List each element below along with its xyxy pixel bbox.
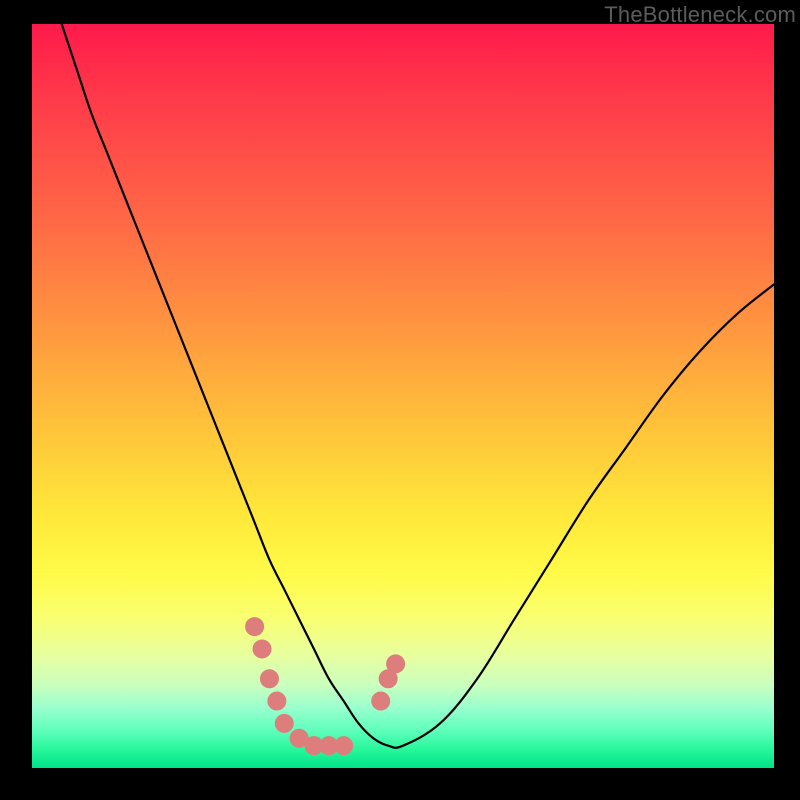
bottleneck-curve xyxy=(62,24,774,748)
chart-frame: TheBottleneck.com xyxy=(0,0,800,800)
data-marker xyxy=(253,640,271,658)
data-marker xyxy=(387,655,405,673)
data-marker xyxy=(260,670,278,688)
data-marker xyxy=(275,714,293,732)
watermark-text: TheBottleneck.com xyxy=(604,2,796,28)
data-marker xyxy=(268,692,286,710)
chart-svg xyxy=(32,24,774,768)
data-marker xyxy=(246,618,264,636)
plot-area xyxy=(32,24,774,768)
data-marker xyxy=(335,737,353,755)
marker-group xyxy=(246,618,405,755)
data-marker xyxy=(372,692,390,710)
